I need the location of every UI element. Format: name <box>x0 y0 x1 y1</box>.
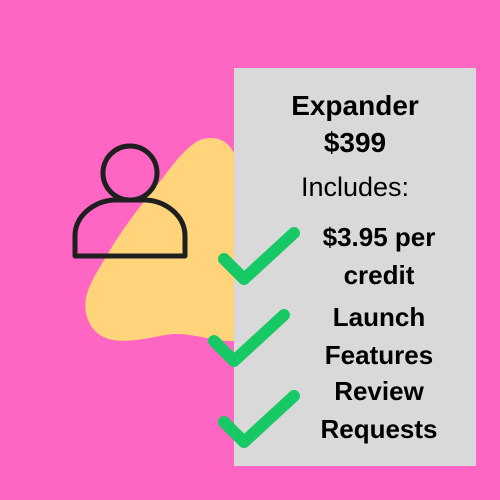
feature-item: Review Requests <box>294 372 464 448</box>
feature-item: Launch Features <box>294 298 464 374</box>
user-icon <box>72 143 188 259</box>
feature-line: $3.95 per <box>322 222 436 252</box>
checkmark-icon <box>218 227 300 285</box>
feature-line: Requests <box>320 414 438 444</box>
includes-label: Includes: <box>300 172 410 202</box>
feature-item: $3.95 per credit <box>294 218 464 294</box>
feature-line: Review <box>334 376 424 406</box>
feature-line: Launch <box>332 302 426 332</box>
checkmark-icon <box>208 309 290 367</box>
checkmark-icon <box>218 390 300 448</box>
plan-name: Expander <box>291 90 419 121</box>
feature-line: Features <box>324 340 434 370</box>
feature-line: credit <box>343 260 415 290</box>
plan-price: $399 <box>323 127 387 158</box>
